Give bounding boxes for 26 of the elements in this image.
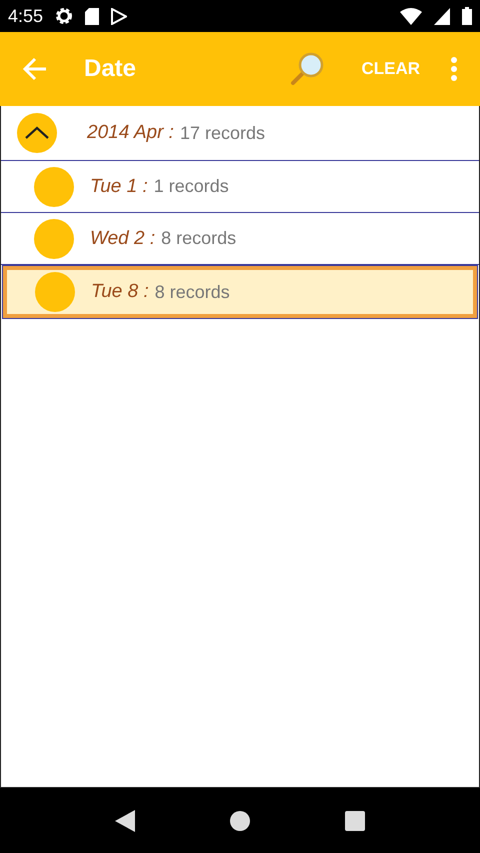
play-store-icon [111,8,128,24]
circle-icon [34,166,74,206]
date-label: Wed 2 : [90,228,156,250]
record-count: 17 records [180,122,266,144]
battery-icon [462,7,472,25]
circle-icon [35,272,75,312]
status-time: 4:55 [8,6,44,26]
record-count: 8 records [161,228,236,249]
signal-icon [434,8,450,24]
date-label: Tue 1 : [90,176,148,198]
recents-icon[interactable] [345,810,365,830]
date-row[interactable]: Tue 8 : 8 records [3,266,477,318]
back-icon[interactable] [115,810,135,832]
home-icon[interactable] [230,810,250,830]
wifi-icon [400,8,422,24]
group-label: 2014 Apr : [87,122,174,144]
circle-icon [34,218,74,258]
collapse-button[interactable] [17,113,57,153]
record-count: 8 records [154,282,230,302]
screen-title: Date [84,55,136,83]
sd-card-icon [85,8,100,24]
chevron-icon [23,125,51,141]
gear-icon [55,7,74,25]
record-count: 1 records [154,176,229,197]
search-icon[interactable] [289,51,326,87]
date-label: Tue 8 : [91,281,149,303]
